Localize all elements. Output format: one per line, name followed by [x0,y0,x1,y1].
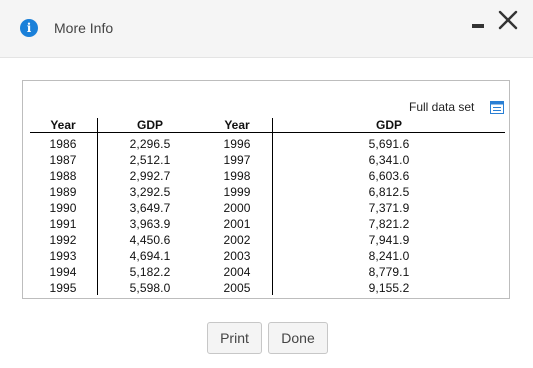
dialog-title: More Info [54,20,114,36]
gdp-cell: 3,963.9 [129,217,171,231]
done-button[interactable]: Done [268,322,328,354]
gdp-cell: 4,450.6 [129,233,171,247]
year-cell: 1986 [49,137,77,151]
gdp-cell: 7,821.2 [368,217,410,231]
gdp-header-right: GDP [375,118,402,132]
year-cell: 1998 [223,169,251,183]
year-cell: 1988 [49,169,77,183]
year-cell: 2004 [223,265,251,279]
gdp-header-left: GDP [136,118,163,132]
year-header-left: Year [50,118,76,132]
gdp-cell: 2,512.1 [129,153,171,167]
year-cell: 1999 [223,185,251,199]
full-data-set-icon[interactable] [490,101,504,114]
year-header-right: Year [224,118,250,132]
gdp-cell: 5,691.6 [368,137,410,151]
gdp-cell: 6,341.0 [368,153,410,167]
gdp-column-left: GDP 2,296.5 2,512.1 2,992.7 3,292.5 3,64… [120,117,180,296]
year-cell: 1990 [49,201,77,215]
gdp-cell: 3,649.7 [129,201,171,215]
year-cell: 1992 [49,233,77,247]
gdp-cell: 8,779.1 [368,265,410,279]
table-header-divider [30,132,505,133]
gdp-column-right: GDP 5,691.6 6,341.0 6,603.6 6,812.5 7,37… [359,117,419,296]
full-data-set-link[interactable]: Full data set [409,100,474,114]
gdp-cell: 2,992.7 [129,169,171,183]
minimize-icon [472,24,484,28]
year-cell: 1991 [49,217,77,231]
minimize-button[interactable] [470,14,486,36]
year-cell: 2003 [223,249,251,263]
gdp-cell: 6,603.6 [368,169,410,183]
gdp-cell: 3,292.5 [129,185,171,199]
gdp-cell: 4,694.1 [129,249,171,263]
year-column-left: Year 1986 1987 1988 1989 1990 1991 1992 … [38,117,88,296]
info-icon: i [20,19,38,37]
year-cell: 1989 [49,185,77,199]
year-cell: 1987 [49,153,77,167]
column-divider-left [97,118,98,295]
dialog-titlebar: i More Info [0,0,533,58]
year-cell: 2005 [223,281,251,295]
year-cell: 2001 [223,217,251,231]
gdp-cell: 7,941.9 [368,233,410,247]
year-cell: 1995 [49,281,77,295]
year-cell: 2002 [223,233,251,247]
gdp-cell: 5,182.2 [129,265,171,279]
more-info-dialog: i More Info Full data set Year 1986 1987… [0,0,533,368]
year-cell: 2000 [223,201,251,215]
year-cell: 1996 [223,137,251,151]
gdp-cell: 7,371.9 [368,201,410,215]
close-button[interactable] [497,8,519,32]
year-cell: 1994 [49,265,77,279]
year-cell: 1997 [223,153,251,167]
close-icon [498,10,518,30]
gdp-cell: 5,598.0 [129,281,171,295]
year-cell: 1993 [49,249,77,263]
column-divider-right [272,118,273,295]
gdp-cell: 8,241.0 [368,249,410,263]
year-column-right: Year 1996 1997 1998 1999 2000 2001 2002 … [212,117,262,296]
print-button[interactable]: Print [207,322,262,354]
gdp-cell: 2,296.5 [129,137,171,151]
gdp-cell: 9,155.2 [368,281,410,295]
gdp-cell: 6,812.5 [368,185,410,199]
